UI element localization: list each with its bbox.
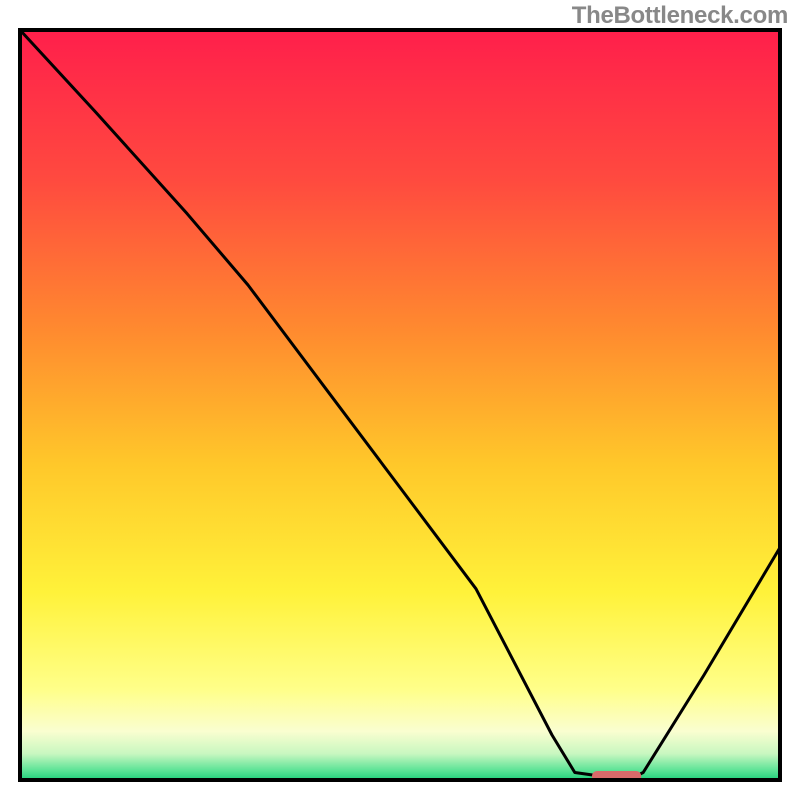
watermark-label: TheBottleneck.com (572, 2, 788, 30)
chart-background (20, 30, 780, 780)
chart-svg (0, 0, 800, 800)
chart-container: TheBottleneck.com (0, 0, 800, 800)
